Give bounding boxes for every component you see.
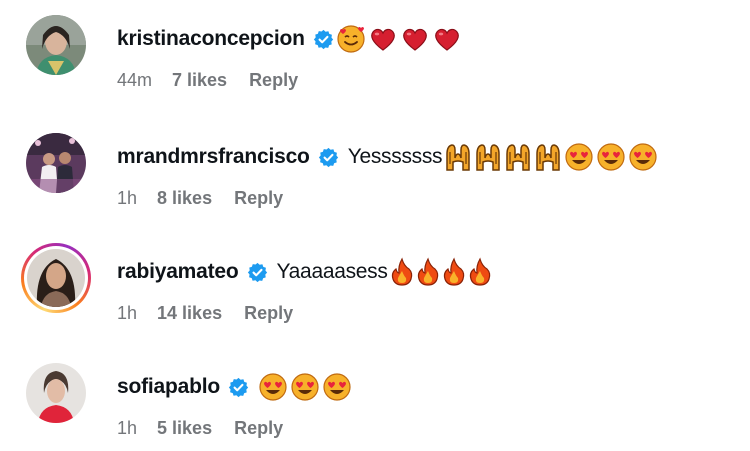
emoji-group xyxy=(336,24,462,54)
raising-hands-icon xyxy=(504,142,532,172)
verified-badge-icon xyxy=(228,377,249,398)
avatar[interactable] xyxy=(26,363,86,423)
emoji-group xyxy=(390,257,492,287)
heart-eyes-icon xyxy=(258,372,288,402)
fire-icon xyxy=(390,257,414,287)
avatar-image xyxy=(26,363,86,423)
red-heart-icon xyxy=(368,24,398,54)
reply-button[interactable]: Reply xyxy=(249,70,298,91)
heart-eyes-icon xyxy=(290,372,320,402)
verified-badge-icon xyxy=(318,147,339,168)
fire-icon xyxy=(468,257,492,287)
likes-count-link[interactable]: 5 likes xyxy=(157,418,212,439)
username-link[interactable]: kristinaconcepcion xyxy=(117,27,305,51)
heart-eyes-icon xyxy=(596,142,626,172)
verified-badge-icon xyxy=(313,29,334,50)
likes-count-link[interactable]: 14 likes xyxy=(157,303,222,324)
comment-header: sofiapablo xyxy=(117,370,352,404)
comment-timestamp: 1h xyxy=(117,302,138,323)
raising-hands-icon xyxy=(534,142,562,172)
avatar-story-ring[interactable] xyxy=(21,243,91,313)
comment-item: kristinaconcepcion 44m 7 likes Reply xyxy=(0,0,750,100)
emoji-group xyxy=(444,142,658,172)
reply-button[interactable]: Reply xyxy=(234,418,283,439)
username-link[interactable]: mrandmrsfrancisco xyxy=(117,145,310,169)
comment-item: mrandmrsfrancisco Yesssssss 1h 8 likes R… xyxy=(0,118,750,218)
comment-text: Yaaaaasess xyxy=(276,260,388,283)
fire-icon xyxy=(442,257,466,287)
red-heart-icon xyxy=(400,24,430,54)
fire-icon xyxy=(416,257,440,287)
comment-text: Yesssssss xyxy=(347,145,443,168)
smiling-face-with-hearts-icon xyxy=(336,24,366,54)
comment-timestamp: 1h xyxy=(117,187,138,208)
avatar[interactable] xyxy=(26,133,86,193)
likes-count-link[interactable]: 7 likes xyxy=(172,70,227,91)
comment-meta: 1h 5 likes Reply xyxy=(117,416,283,440)
red-heart-icon xyxy=(432,24,462,54)
verified-badge-icon xyxy=(247,262,268,283)
comment-header: rabiyamateo Yaaaaasess xyxy=(117,255,492,289)
emoji-group xyxy=(258,372,352,402)
comment-item: rabiyamateo Yaaaaasess 1h 14 likes Reply xyxy=(0,233,750,333)
comment-meta: 1h 14 likes Reply xyxy=(117,301,293,325)
comment-meta: 44m 7 likes Reply xyxy=(117,68,298,92)
comment-timestamp: 44m xyxy=(117,69,153,90)
avatar-image xyxy=(26,133,86,193)
heart-eyes-icon xyxy=(564,142,594,172)
likes-count-link[interactable]: 8 likes xyxy=(157,188,212,209)
reply-button[interactable]: Reply xyxy=(244,303,293,324)
avatar-image xyxy=(27,249,85,307)
heart-eyes-icon xyxy=(322,372,352,402)
comment-item: sofiapablo 1h 5 likes Reply xyxy=(0,348,750,448)
comment-header: kristinaconcepcion xyxy=(117,22,462,56)
comment-meta: 1h 8 likes Reply xyxy=(117,186,283,210)
comment-timestamp: 1h xyxy=(117,417,138,438)
comment-header: mrandmrsfrancisco Yesssssss xyxy=(117,140,658,174)
raising-hands-icon xyxy=(444,142,472,172)
raising-hands-icon xyxy=(474,142,502,172)
username-link[interactable]: rabiyamateo xyxy=(117,260,239,284)
avatar[interactable] xyxy=(26,15,86,75)
reply-button[interactable]: Reply xyxy=(234,188,283,209)
heart-eyes-icon xyxy=(628,142,658,172)
username-link[interactable]: sofiapablo xyxy=(117,375,220,399)
avatar-image xyxy=(26,15,86,75)
